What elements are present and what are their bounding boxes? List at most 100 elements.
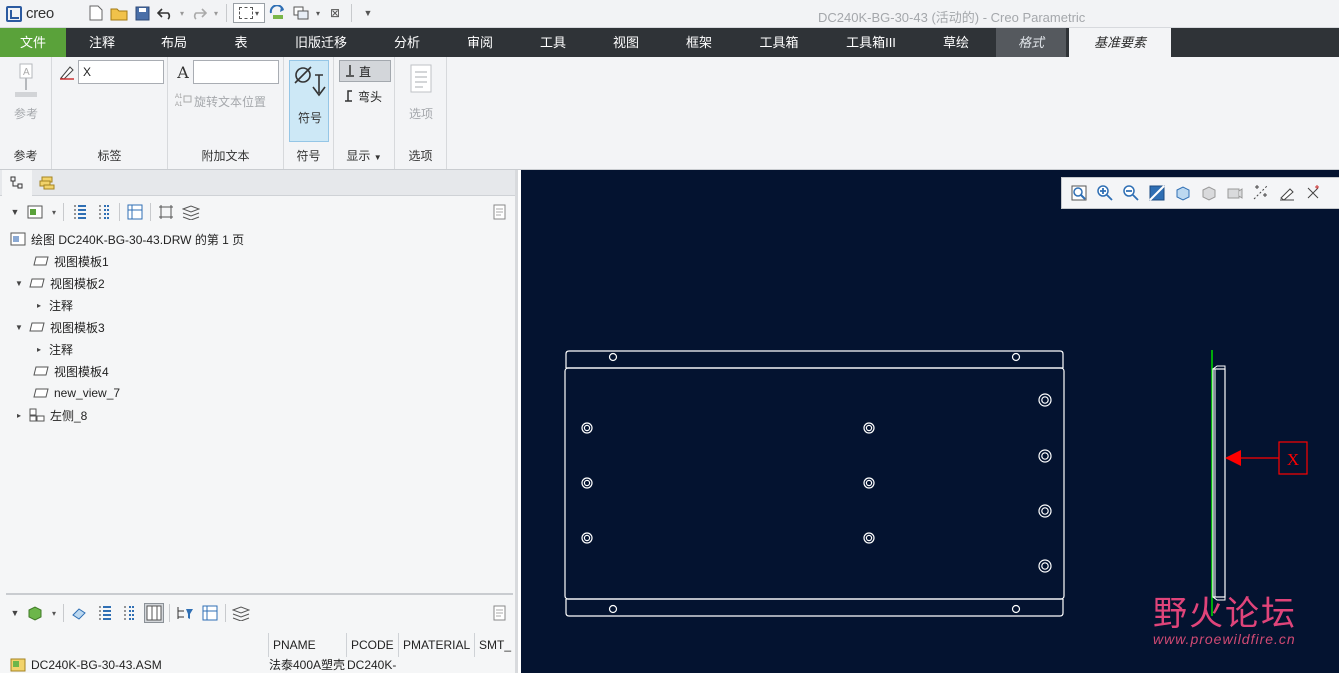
tab-sketch[interactable]: 草绘: [930, 28, 982, 57]
expand-caret-icon[interactable]: ▸: [34, 345, 44, 354]
mount-hole: [1038, 559, 1052, 573]
mount-hole: [863, 477, 875, 489]
straight-leader-button[interactable]: 直: [339, 60, 391, 82]
options-button[interactable]: 选项: [395, 105, 447, 122]
tab-view[interactable]: 视图: [600, 28, 652, 57]
cell-pname: 法泰400A塑壳: [269, 658, 345, 672]
tree-filter-icon[interactable]: [175, 603, 195, 623]
tab-table[interactable]: 表: [220, 28, 262, 57]
side-view[interactable]: [1211, 350, 1226, 616]
group-reference: A 参考 参考: [0, 57, 52, 169]
creo-logo[interactable]: creo: [6, 5, 54, 22]
group-label-symbol: 符号: [296, 149, 321, 163]
ribbon-tab-bar: 文件 注释 布局 表 旧版迁移 分析 审阅 工具 视图 框架 工具箱 工具箱II…: [0, 28, 1339, 57]
tree-item-label: 左侧_8: [50, 408, 88, 423]
attached-text-input[interactable]: [193, 60, 279, 84]
redo-dropdown-icon[interactable]: ▾: [212, 3, 220, 23]
collapse-all-icon[interactable]: [119, 603, 139, 623]
model-tree-tab[interactable]: [2, 170, 32, 196]
creo-logo-icon: [6, 5, 22, 22]
column-header-pname[interactable]: PNAME: [268, 633, 346, 657]
column-display-icon[interactable]: [144, 603, 164, 623]
column-header-smt[interactable]: SMT_: [474, 633, 514, 657]
tree-item[interactable]: ▼ 视图模板2: [14, 272, 105, 294]
expand-caret-icon[interactable]: ▼: [14, 323, 24, 332]
tree-columns-icon[interactable]: [200, 603, 220, 623]
expand-all-icon[interactable]: [94, 603, 114, 623]
view-filter-icon[interactable]: [156, 202, 176, 222]
tree-item[interactable]: 视图模板1: [18, 250, 109, 272]
panel-splitter[interactable]: [6, 593, 513, 595]
datum-feature-symbol[interactable]: X: [1225, 441, 1308, 475]
graphics-window[interactable]: X 野火论坛 www.proewildfire.cn: [521, 170, 1339, 673]
windows-dropdown-icon[interactable]: ▾: [314, 3, 322, 23]
column-header-pmaterial[interactable]: PMATERIAL: [398, 633, 474, 657]
tree-item[interactable]: new_view_7: [18, 382, 120, 404]
collapse-all-icon[interactable]: [94, 202, 114, 222]
tree-item[interactable]: ▸ 左侧_8: [14, 404, 87, 426]
save-icon[interactable]: [132, 3, 152, 23]
column-header-pcode[interactable]: PCODE: [346, 633, 398, 657]
layer-tree-tab[interactable]: [32, 170, 62, 196]
tab-legacy-migration[interactable]: 旧版迁移: [282, 28, 360, 57]
label-name-input[interactable]: [78, 60, 164, 84]
tab-review[interactable]: 审阅: [454, 28, 506, 57]
redo-icon[interactable]: [189, 3, 209, 23]
customize-toolbar-icon[interactable]: ▼: [358, 3, 378, 23]
tab-annotate[interactable]: 注释: [76, 28, 128, 57]
cell-pcode: DC240K-: [347, 658, 397, 672]
tab-tools[interactable]: 工具: [527, 28, 579, 57]
eraser-icon[interactable]: [69, 603, 89, 623]
undo-icon[interactable]: [155, 3, 175, 23]
tree-root[interactable]: 绘图 DC240K-BG-30-43.DRW 的第 1 页: [10, 228, 244, 250]
model-tree-icon: [10, 176, 23, 189]
drawing-sheet-icon[interactable]: [25, 202, 45, 222]
box-select-icon[interactable]: ▾: [233, 3, 265, 23]
expand-all-icon[interactable]: [69, 202, 89, 222]
windows-icon[interactable]: [291, 3, 311, 23]
collapse-arrow-icon[interactable]: ▼: [10, 202, 20, 222]
tab-datum-feature[interactable]: 基准要素: [1069, 28, 1171, 57]
new-file-icon[interactable]: [86, 3, 106, 23]
tab-layout[interactable]: 布局: [148, 28, 200, 57]
close-window-icon[interactable]: ⊠: [325, 3, 345, 23]
open-folder-icon[interactable]: [109, 3, 129, 23]
tab-toolbox-iii[interactable]: 工具箱III: [833, 28, 909, 57]
expand-caret-icon[interactable]: ▸: [34, 301, 44, 310]
tree-settings-icon[interactable]: [125, 202, 145, 222]
collapse-arrow-icon[interactable]: ▼: [10, 603, 20, 623]
tab-file[interactable]: 文件: [0, 28, 66, 57]
reference-button[interactable]: 参考: [0, 105, 52, 122]
tab-analysis[interactable]: 分析: [381, 28, 433, 57]
part-icon[interactable]: [25, 603, 45, 623]
group-label-display[interactable]: 显示 ▼: [334, 147, 394, 164]
toolbar-separator: [150, 203, 151, 221]
front-view[interactable]: [564, 350, 1065, 617]
table-row[interactable]: DC240K-BG-30-43.ASM: [10, 657, 268, 673]
undo-dropdown-icon[interactable]: ▾: [178, 3, 186, 23]
regenerate-icon[interactable]: [268, 3, 288, 23]
sheet-dropdown-icon[interactable]: ▾: [50, 202, 58, 222]
group-options: 选项 选项: [395, 57, 447, 169]
tab-format[interactable]: 格式: [996, 28, 1066, 57]
symbol-button-label: 符号: [297, 111, 322, 125]
tree-notes-icon[interactable]: [490, 603, 510, 623]
part-dropdown-icon[interactable]: ▾: [50, 603, 58, 623]
layers-icon[interactable]: [181, 202, 201, 222]
tab-toolbox[interactable]: 工具箱: [746, 28, 812, 57]
layers-icon[interactable]: [231, 603, 251, 623]
flange-hole: [608, 352, 618, 362]
tree-notes-icon[interactable]: [490, 202, 510, 222]
flange-hole: [1011, 352, 1021, 362]
elbow-leader-button[interactable]: 弯头: [339, 85, 393, 107]
tree-item[interactable]: ▸ 注释: [34, 338, 73, 360]
tree-item-label: 视图模板4: [54, 364, 109, 379]
tree-item[interactable]: ▸ 注释: [34, 294, 73, 316]
expand-caret-icon[interactable]: ▼: [14, 279, 24, 288]
symbol-button[interactable]: 符号: [289, 60, 329, 142]
tab-frame[interactable]: 框架: [673, 28, 725, 57]
rotate-text-position-button[interactable]: 旋转文本位置: [194, 93, 266, 110]
tree-item[interactable]: ▼ 视图模板3: [14, 316, 105, 338]
expand-caret-icon[interactable]: ▸: [14, 411, 24, 420]
tree-item[interactable]: 视图模板4: [18, 360, 109, 382]
